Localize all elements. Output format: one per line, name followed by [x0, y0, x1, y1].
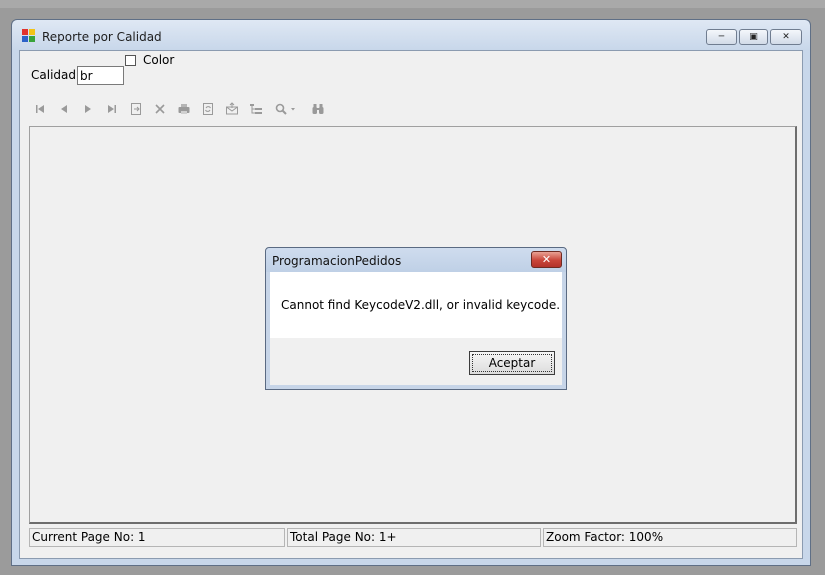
calidad-input[interactable]	[77, 66, 124, 85]
printer-icon	[178, 104, 190, 114]
desktop-strip	[0, 0, 825, 8]
refresh-button[interactable]	[198, 99, 218, 119]
status-current-page: Current Page No: 1	[29, 528, 285, 547]
dialog-close-button[interactable]: ✕	[531, 251, 562, 268]
export-button[interactable]	[222, 99, 242, 119]
close-icon: ✕	[782, 32, 790, 42]
close-icon	[155, 104, 165, 114]
status-zoom-factor: Zoom Factor: 100%	[543, 528, 797, 547]
close-icon: ✕	[541, 253, 552, 266]
goto-page-icon	[131, 103, 141, 115]
first-page-icon	[36, 105, 44, 113]
next-page-button[interactable]	[78, 99, 98, 119]
calidad-label: Calidad	[31, 68, 76, 82]
color-checkbox-group[interactable]: Color	[125, 53, 174, 67]
tree-icon	[250, 104, 262, 114]
binoculars-icon	[312, 104, 324, 114]
last-page-button[interactable]	[102, 99, 122, 119]
goto-page-button[interactable]	[126, 99, 146, 119]
first-page-button[interactable]	[30, 99, 50, 119]
dialog-title: ProgramacionPedidos	[272, 254, 402, 268]
error-dialog: ProgramacionPedidos ✕ Cannot find Keycod…	[265, 247, 567, 390]
refresh-icon	[203, 103, 213, 115]
app-icon	[22, 29, 36, 43]
previous-page-icon	[61, 105, 67, 113]
maximize-button[interactable]: ▣	[739, 29, 768, 45]
group-tree-button[interactable]	[246, 99, 266, 119]
window-close-button[interactable]: ✕	[770, 29, 802, 45]
zoom-icon	[275, 103, 295, 115]
status-total-pages: Total Page No: 1+	[287, 528, 541, 547]
dialog-body: Cannot find KeycodeV2.dll, or invalid ke…	[270, 272, 562, 338]
previous-page-button[interactable]	[54, 99, 74, 119]
export-icon	[226, 102, 238, 115]
aceptar-button[interactable]: Aceptar	[469, 351, 555, 375]
print-button[interactable]	[174, 99, 194, 119]
report-toolbar	[30, 99, 350, 119]
dialog-message: Cannot find KeycodeV2.dll, or invalid ke…	[281, 298, 561, 312]
window-titlebar[interactable]: Reporte por Calidad ─ ▣ ✕	[12, 20, 810, 50]
color-checkbox-label[interactable]: Color	[143, 53, 174, 67]
restore-icon: ▣	[749, 32, 758, 42]
zoom-dropdown-button[interactable]	[270, 99, 302, 119]
minimize-button[interactable]: ─	[706, 29, 737, 45]
dialog-titlebar[interactable]: ProgramacionPedidos ✕	[266, 248, 566, 272]
window-title: Reporte por Calidad	[42, 30, 162, 44]
status-bar: Current Page No: 1 Total Page No: 1+ Zoo…	[29, 528, 797, 547]
minimize-icon: ─	[718, 32, 725, 42]
dialog-footer: Aceptar	[270, 338, 562, 385]
last-page-icon	[108, 105, 116, 113]
search-button[interactable]	[308, 99, 328, 119]
color-checkbox[interactable]	[125, 54, 136, 66]
close-view-button[interactable]	[150, 99, 170, 119]
next-page-icon	[85, 105, 91, 113]
